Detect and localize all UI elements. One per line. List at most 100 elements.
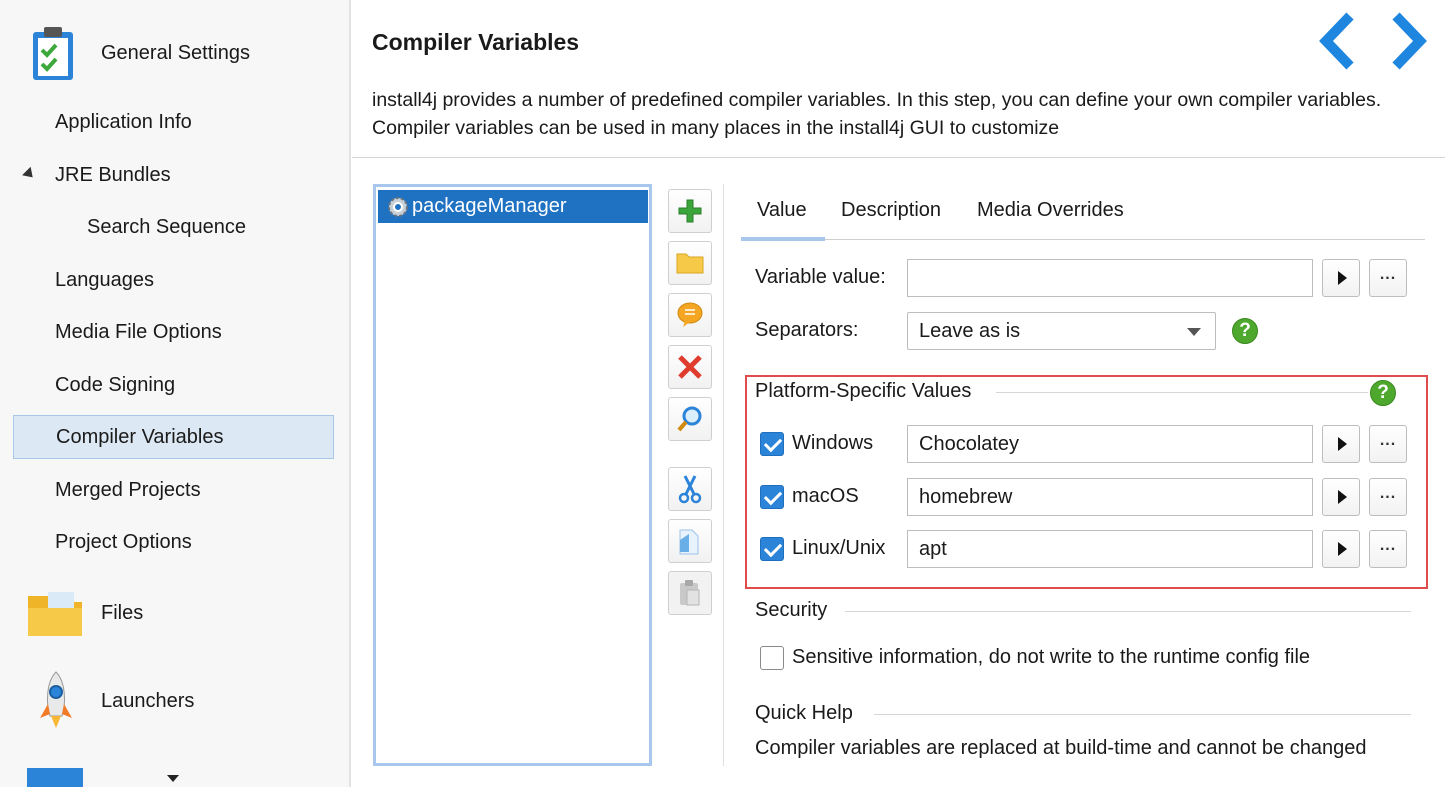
add-variable-button[interactable] (668, 189, 712, 233)
play-arrow-icon (1338, 437, 1347, 451)
gear-icon (388, 197, 408, 217)
sidebar-item-code-signing[interactable]: Code Signing (13, 363, 334, 407)
active-tab-indicator (741, 237, 825, 241)
sensitive-info-label: Sensitive information, do not write to t… (792, 646, 1311, 668)
add-group-button[interactable] (668, 241, 712, 285)
list-item[interactable]: packageManager (378, 190, 648, 223)
scissors-icon (678, 475, 702, 504)
group-separator (874, 714, 1411, 715)
play-arrow-icon (1338, 490, 1347, 504)
forward-arrow-icon[interactable] (1388, 12, 1428, 70)
add-comment-button[interactable] (668, 293, 712, 337)
navigation-arrows (1318, 12, 1428, 70)
help-icon[interactable]: ? (1232, 318, 1258, 344)
scroll-down-icon[interactable] (167, 775, 179, 782)
group-separator (845, 611, 1411, 612)
sidebar-item-label: Merged Projects (55, 478, 201, 501)
windows-checkbox[interactable] (760, 432, 784, 456)
clipboard-checklist-icon (33, 27, 73, 80)
tab-value[interactable]: Value (757, 199, 807, 222)
sidebar-item-jre-bundles[interactable]: JRE Bundles (13, 153, 334, 197)
sidebar-item-project-options[interactable]: Project Options (13, 520, 334, 564)
variable-list[interactable]: packageManager (373, 184, 652, 766)
edit-text-button[interactable]: ... (1369, 259, 1407, 297)
insert-variable-button[interactable] (1322, 530, 1360, 568)
magnifier-icon (677, 406, 702, 432)
linux-unix-label: Linux/Unix (792, 537, 886, 559)
group-separator (996, 392, 1368, 393)
sidebar-item-languages[interactable]: Languages (13, 258, 334, 302)
copy-button[interactable] (668, 519, 712, 563)
help-icon[interactable]: ? (1370, 380, 1396, 406)
ellipsis-icon: ... (1379, 266, 1397, 283)
page-title: Compiler Variables (372, 29, 580, 55)
rocket-icon (40, 671, 72, 728)
chevron-down-icon (1187, 328, 1201, 336)
separators-selected-value: Leave as is (919, 319, 1021, 342)
ellipsis-icon: ... (1379, 537, 1397, 554)
panel-divider (723, 184, 724, 766)
windows-label: Windows (792, 432, 874, 454)
quick-help-title: Quick Help (755, 702, 853, 724)
edit-text-button[interactable]: ... (1369, 425, 1407, 463)
header-divider (352, 157, 1445, 158)
sidebar-item-merged-projects[interactable]: Merged Projects (13, 468, 334, 512)
separators-label: Separators: (755, 319, 859, 341)
variable-value-label: Variable value: (755, 266, 886, 288)
insert-variable-button[interactable] (1322, 478, 1360, 516)
sensitive-info-checkbox[interactable] (760, 646, 784, 670)
macos-checkbox[interactable] (760, 485, 784, 509)
sidebar-item-search-sequence[interactable]: Search Sequence (13, 205, 334, 249)
quick-help-text: Compiler variables are replaced at build… (755, 737, 1367, 759)
linux-unix-checkbox[interactable] (760, 537, 784, 561)
macos-value-input[interactable]: homebrew (907, 478, 1313, 516)
tab-description[interactable]: Description (841, 199, 941, 222)
sidebar: General Settings Application Info JRE Bu… (0, 0, 351, 787)
play-arrow-icon (1338, 271, 1347, 285)
cut-button[interactable] (668, 467, 712, 511)
macos-label: macOS (792, 485, 859, 507)
edit-text-button[interactable]: ... (1369, 530, 1407, 568)
insert-variable-button[interactable] (1322, 259, 1360, 297)
comment-icon (677, 302, 703, 327)
sidebar-item-label: Application Info (55, 110, 192, 133)
copy-icon (679, 529, 699, 555)
paste-button[interactable] (668, 571, 712, 615)
folder-icon (28, 592, 82, 636)
ellipsis-icon: ... (1379, 485, 1397, 502)
security-group-title: Security (755, 599, 828, 621)
back-arrow-icon[interactable] (1318, 12, 1358, 70)
search-button[interactable] (668, 397, 712, 441)
sidebar-item-label: Project Options (55, 530, 192, 553)
delete-button[interactable] (668, 345, 712, 389)
page-description: install4j provides a number of predefine… (372, 89, 1382, 139)
sidebar-item-label: JRE Bundles (55, 163, 171, 186)
sidebar-item-compiler-variables[interactable]: Compiler Variables (13, 415, 334, 459)
tabs-divider (741, 239, 1425, 240)
tab-media-overrides[interactable]: Media Overrides (977, 199, 1124, 222)
plus-icon (678, 199, 702, 223)
play-arrow-icon (1338, 542, 1347, 556)
separators-select[interactable]: Leave as is (907, 312, 1216, 350)
sidebar-section-label: Files (101, 602, 144, 624)
edit-text-button[interactable]: ... (1369, 478, 1407, 516)
delete-x-icon (678, 355, 702, 379)
sidebar-section-label: Launchers (101, 690, 195, 712)
sidebar-item-label: Languages (55, 268, 154, 291)
sidebar-item-label: Search Sequence (87, 215, 247, 238)
ellipsis-icon: ... (1379, 432, 1397, 449)
sidebar-section-label: General Settings (101, 42, 250, 64)
paste-icon (680, 580, 700, 606)
sidebar-item-media-file-options[interactable]: Media File Options (13, 310, 334, 354)
variable-value-input[interactable] (907, 259, 1313, 297)
linux-unix-value-input[interactable]: apt (907, 530, 1313, 568)
sidebar-item-label: Compiler Variables (56, 425, 224, 448)
insert-variable-button[interactable] (1322, 425, 1360, 463)
sidebar-item-label: Code Signing (55, 373, 176, 396)
sidebar-item-label: Media File Options (55, 320, 222, 343)
sidebar-item-application-info[interactable]: Application Info (13, 100, 334, 144)
platform-group-title: Platform-Specific Values (755, 380, 972, 402)
windows-value-input[interactable]: Chocolatey (907, 425, 1313, 463)
installer-icon (27, 768, 83, 787)
folder-icon (676, 253, 704, 274)
